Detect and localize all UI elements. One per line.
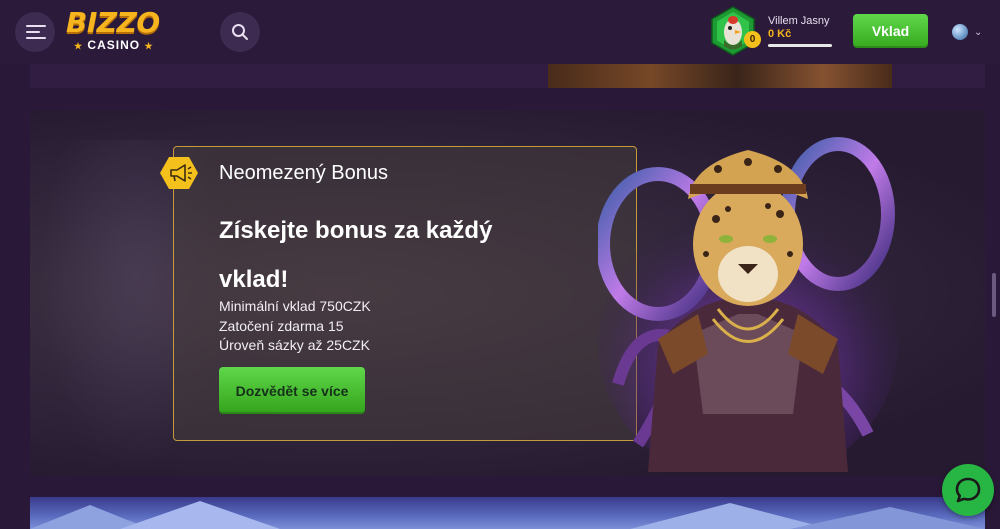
globe-icon — [952, 24, 968, 40]
page: BIZZO ★ CASINO ★ 0 Villem Jasny 0 Kč Vkl… — [0, 0, 1000, 529]
leopard-mascot-image — [598, 137, 898, 472]
star-icon: ★ — [144, 41, 154, 51]
search-icon — [232, 24, 248, 40]
level-progress-bar — [768, 44, 832, 47]
hamburger-line — [26, 37, 46, 39]
hamburger-menu-icon — [26, 25, 46, 27]
top-header: BIZZO ★ CASINO ★ 0 Villem Jasny 0 Kč Vkl… — [0, 0, 1000, 64]
scrollbar-thumb[interactable] — [992, 273, 996, 317]
live-chat-button[interactable] — [942, 464, 994, 516]
learn-more-button[interactable]: Dozvědět se více — [219, 367, 365, 414]
next-banner — [30, 497, 985, 529]
logo-subtitle-text: CASINO — [87, 38, 141, 52]
deposit-button[interactable]: Vklad — [853, 14, 928, 48]
chevron-down-icon: ⌄ — [974, 26, 983, 38]
level-badge: 0 — [744, 31, 761, 48]
chat-bubble-icon — [955, 477, 981, 503]
user-name[interactable]: Villem Jasny — [768, 15, 830, 27]
promo-bet-level: Úroveň sázky až 25CZK — [219, 337, 370, 353]
previous-banner-image — [548, 64, 892, 88]
star-icon: ★ — [74, 41, 84, 51]
promo-min-deposit: Minimální vklad 750CZK — [219, 298, 371, 314]
logo-wordmark: BIZZO — [66, 6, 160, 39]
bizzo-casino-logo[interactable]: BIZZO ★ CASINO ★ — [66, 8, 174, 54]
language-selector[interactable]: ⌄ — [952, 23, 992, 41]
logo-subtitle: ★ CASINO ★ — [66, 38, 174, 53]
promo-free-spins: Zatočení zdarma 15 — [219, 318, 344, 334]
user-balance: 0 Kč — [768, 28, 792, 40]
hamburger-line — [26, 31, 40, 33]
promo-label: Neomezený Bonus — [219, 162, 388, 184]
menu-button[interactable] — [15, 12, 55, 52]
promo-title: Získejte bonus za každý vklad! — [219, 217, 493, 293]
mountains-image — [30, 501, 985, 529]
megaphone-icon — [160, 157, 198, 189]
search-button[interactable] — [220, 12, 260, 52]
